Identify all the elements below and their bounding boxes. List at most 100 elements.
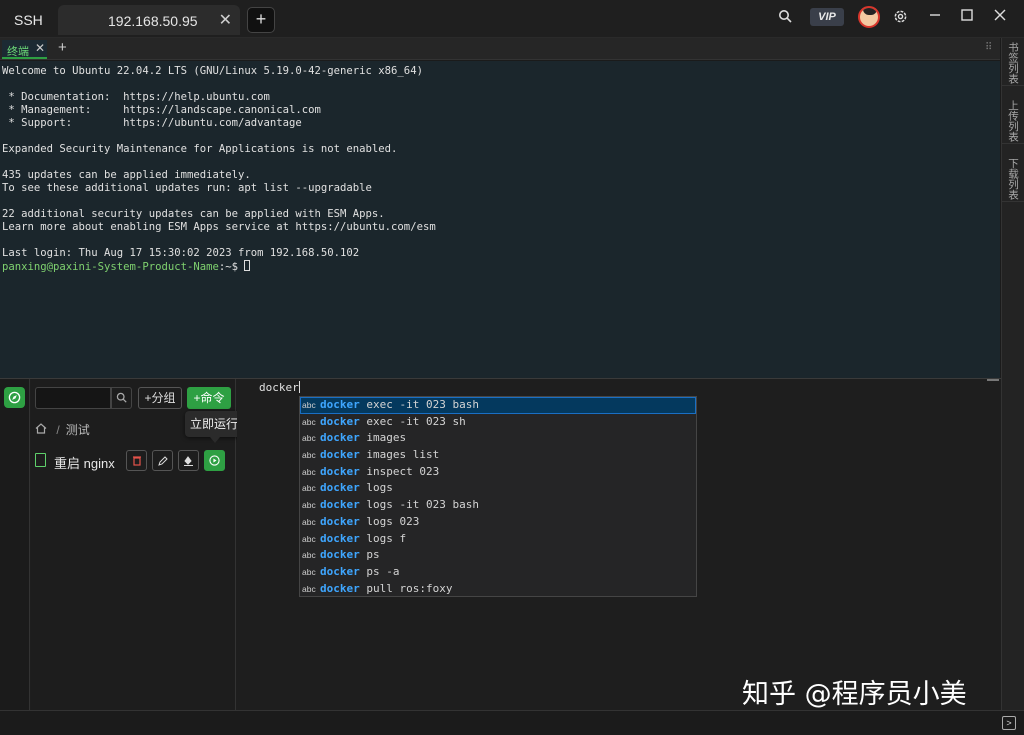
compass-icon[interactable] [4,387,25,408]
breadcrumb-separator: / [56,423,60,437]
suggestion-rest: exec -it 023 bash [359,398,479,411]
status-bar: > [0,710,1024,735]
text-kind-icon: abc [302,433,316,444]
add-group-button[interactable]: +分组 [138,387,182,409]
text-kind-icon: abc [302,400,316,410]
suggestion-item[interactable]: abc docker logs -it 023 bash [300,497,696,514]
command-editor[interactable]: docker abc docker exec -it 023 bash abc doc… [237,379,1001,711]
terminal-line: Learn more about enabling ESM Apps servi… [2,221,436,233]
breadcrumb-folder[interactable]: 测试 [66,423,90,437]
command-item[interactable]: 重启 nginx [31,447,235,475]
terminal-cursor [244,260,251,271]
search-icon[interactable] [111,387,132,409]
session-tabs-bar: 终端 ✕ + ⠿ [0,38,1000,60]
file-icon [35,453,46,467]
terminal-line: * Management: https://landscape.canonica… [2,104,321,116]
suggestion-item[interactable]: abc docker inspect 023 [300,464,696,481]
text-kind-icon: abc [302,466,316,477]
terminal-toggle-icon[interactable]: > [1002,716,1016,730]
tab-title: 192.168.50.95 [108,13,198,29]
suggestion-match: docker [320,581,360,595]
tab-terminal-label: 终端 [7,46,29,58]
terminal-lines: Welcome to Ubuntu 22.04.2 LTS (GNU/Linux… [2,65,998,260]
close-icon[interactable] [993,7,1007,26]
home-icon[interactable] [35,423,50,437]
suggestion-rest: exec -it 023 sh [359,414,466,428]
suggestion-item[interactable]: abc docker exec -it 023 bash [300,397,696,414]
add-session-tab-button[interactable]: + [58,39,67,56]
suggestion-match: docker [320,431,360,445]
text-kind-icon: abc [302,516,316,527]
suggestion-rest: logs [359,481,393,495]
right-rail: 书签列表 上传列表 下载列表 [1001,38,1024,710]
vip-badge[interactable]: VIP [810,8,844,26]
text-kind-icon: abc [302,500,316,511]
suggestion-item[interactable]: abc docker logs 023 [300,514,696,531]
terminal-output[interactable]: Welcome to Ubuntu 22.04.2 LTS (GNU/Linux… [0,61,1000,378]
text-kind-icon: abc [302,566,316,577]
rail-bookmarks[interactable]: 书签列表 [1002,40,1024,86]
command-search-input[interactable] [35,387,111,409]
suggestion-item[interactable]: abc docker pull ros:foxy [300,581,696,598]
suggestion-rest: logs -it 023 bash [359,498,479,512]
title-bar: SSH 192.168.50.95 ✕ + VIP [0,0,1024,38]
text-kind-icon: abc [302,550,316,561]
editor-text: docker [259,381,299,394]
suggestion-item[interactable]: abc docker images list [300,447,696,464]
suggestion-match: docker [320,448,360,462]
fill-to-editor-icon[interactable] [178,450,199,471]
suggestion-item[interactable]: abc docker ps -a [300,564,696,581]
tab-close-icon[interactable]: ✕ [219,10,232,30]
left-strip [0,379,30,711]
suggestion-item[interactable]: abc docker logs [300,480,696,497]
terminal-line: Welcome to Ubuntu 22.04.2 LTS (GNU/Linux… [2,65,423,77]
text-kind-icon: abc [302,583,316,594]
suggestion-item[interactable]: abc docker images [300,430,696,447]
add-command-button[interactable]: +命令 [187,387,231,409]
suggestion-item[interactable]: abc docker exec -it 023 sh [300,414,696,431]
breadcrumb: / 测试 [35,421,90,438]
suggestion-match: docker [320,548,360,562]
suggestion-rest: ps [359,548,380,562]
maximize-icon[interactable] [960,7,974,26]
suggestion-rest: inspect 023 [359,464,440,478]
delete-icon[interactable] [126,450,147,471]
edit-icon[interactable] [152,450,173,471]
tab-terminal[interactable]: 终端 ✕ [2,40,47,59]
gear-icon[interactable] [893,9,908,28]
avatar[interactable] [858,6,880,28]
prompt-path: :~$ [218,261,245,273]
tab-terminal-close-icon[interactable]: ✕ [35,41,45,55]
suggestion-match: docker [320,481,360,495]
editor-line[interactable]: docker [259,381,300,394]
prompt-user: panxing@paxini-System-Product-Name [2,261,219,273]
new-tab-button[interactable]: + [247,7,275,33]
suggestion-item[interactable]: abc docker logs f [300,531,696,548]
terminal-line: * Support: https://ubuntu.com/advantage [2,117,302,129]
autocomplete-list: abc docker exec -it 023 bash abc docker exe… [299,396,697,597]
editor-minimap-mark [987,379,999,381]
minimize-icon[interactable] [928,7,942,26]
tab-ssh-session[interactable]: 192.168.50.95 ✕ [58,5,240,35]
suggestion-rest: logs 023 [359,514,420,528]
editor-caret [298,381,300,393]
suggestion-match: docker [320,398,360,411]
run-now-button[interactable] [204,450,225,471]
suggestion-rest: ps -a [359,564,400,578]
suggestion-rest: images list [359,448,440,462]
rail-downloads[interactable]: 下载列表 [1002,156,1024,202]
suggestion-item[interactable]: abc docker ps [300,547,696,564]
suggestion-match: docker [320,414,360,428]
drag-handle-icon[interactable]: ⠿ [985,42,992,53]
terminal-line: Last login: Thu Aug 17 15:30:02 2023 fro… [2,247,360,259]
rail-uploads[interactable]: 上传列表 [1002,98,1024,144]
suggestion-rest: pull ros:foxy [359,581,453,595]
terminal-line: 435 updates can be applied immediately. [2,169,251,181]
terminal-line: Expanded Security Maintenance for Applic… [2,143,398,155]
text-kind-icon: abc [302,483,316,494]
search-icon[interactable] [778,9,792,27]
